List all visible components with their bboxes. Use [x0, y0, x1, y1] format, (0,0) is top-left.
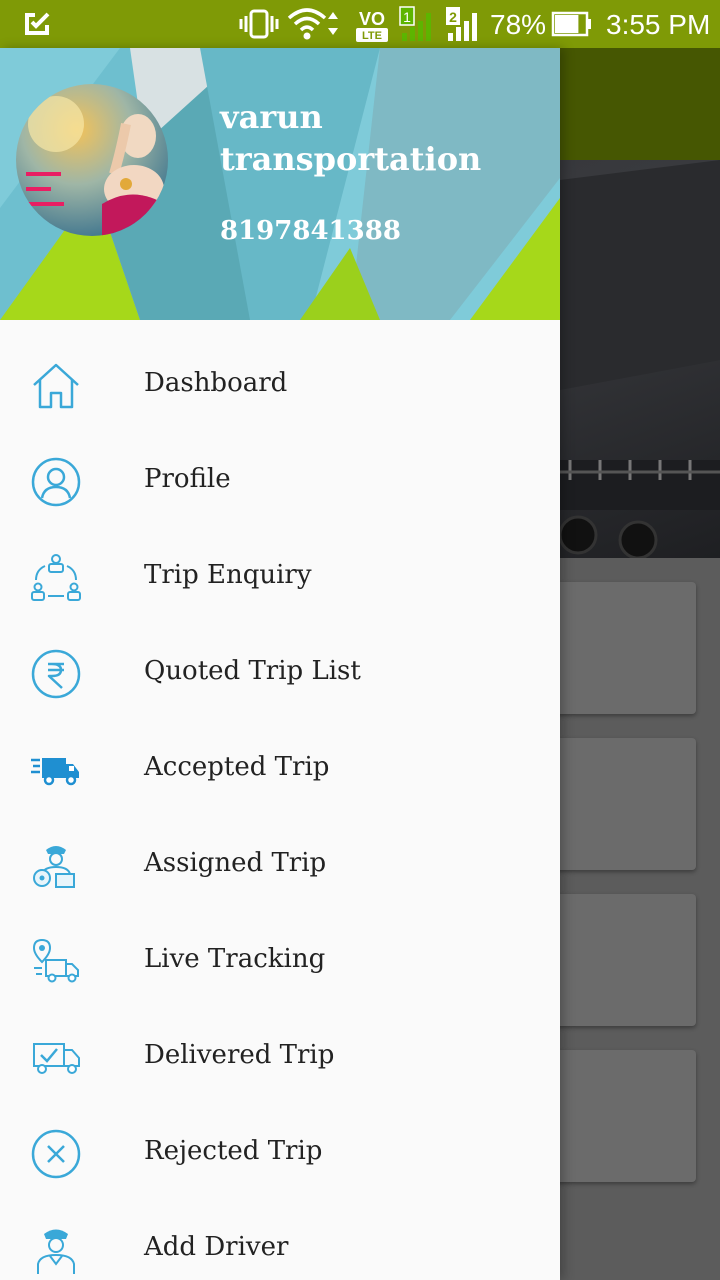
- driver-icon: [30, 840, 82, 892]
- svg-text:2: 2: [449, 9, 457, 25]
- drawer-menu: Dashboard Profile Trip Enquiry Quoted Tr…: [0, 338, 560, 1280]
- add-driver-icon: [30, 1224, 82, 1276]
- status-bar: VO LTE 1 2 78% 3:55 PM: [0, 0, 720, 48]
- signal-sim2-icon: 2: [446, 7, 477, 41]
- menu-item-live-tracking[interactable]: Live Tracking: [0, 914, 560, 1010]
- menu-item-profile[interactable]: Profile: [0, 434, 560, 530]
- menu-item-accepted-trip[interactable]: Accepted Trip: [0, 722, 560, 818]
- app-notification-icon: [25, 12, 50, 35]
- svg-text:1: 1: [403, 9, 411, 25]
- profile-avatar[interactable]: [16, 84, 168, 236]
- user-icon: [30, 456, 82, 508]
- delivered-truck-icon: [30, 1032, 82, 1084]
- fast-truck-icon: [30, 744, 82, 796]
- rupee-icon: [30, 648, 82, 700]
- navigation-drawer: varun transportation 8197841388 Dashboar…: [0, 48, 560, 1280]
- svg-text:LTE: LTE: [362, 30, 382, 42]
- close-circle-icon: [30, 1128, 82, 1180]
- menu-item-delivered-trip[interactable]: Delivered Trip: [0, 1010, 560, 1106]
- menu-label: Accepted Trip: [144, 752, 330, 782]
- menu-label: Assigned Trip: [144, 848, 327, 878]
- volte-icon: VO LTE: [356, 9, 388, 42]
- vibrate-icon: [239, 9, 279, 39]
- menu-label: Live Tracking: [144, 944, 326, 974]
- svg-text:VO: VO: [359, 9, 385, 29]
- trip-enquiry-icon: [30, 552, 82, 604]
- menu-item-dashboard[interactable]: Dashboard: [0, 338, 560, 434]
- user-name: varun transportation: [220, 98, 482, 178]
- signal-sim1-icon: 1: [399, 6, 431, 41]
- menu-label: Trip Enquiry: [144, 560, 312, 590]
- home-icon: [30, 360, 82, 412]
- menu-label: Delivered Trip: [144, 1040, 335, 1070]
- menu-label: Rejected Trip: [144, 1136, 323, 1166]
- user-phone: 8197841388: [220, 216, 401, 246]
- battery-percent: 78%: [490, 9, 547, 40]
- menu-item-trip-enquiry[interactable]: Trip Enquiry: [0, 530, 560, 626]
- menu-label: Add Driver: [144, 1232, 289, 1262]
- menu-item-assigned-trip[interactable]: Assigned Trip: [0, 818, 560, 914]
- menu-item-add-driver[interactable]: Add Driver: [0, 1202, 560, 1280]
- menu-label: Profile: [144, 464, 231, 494]
- menu-item-rejected-trip[interactable]: Rejected Trip: [0, 1106, 560, 1202]
- wifi-icon: [287, 8, 338, 40]
- location-truck-icon: [30, 936, 82, 988]
- drawer-header: varun transportation 8197841388: [0, 48, 560, 320]
- battery-icon: [551, 11, 591, 37]
- clock: 3:55 PM: [606, 9, 711, 40]
- menu-label: Dashboard: [144, 368, 288, 398]
- menu-label: Quoted Trip List: [144, 656, 361, 686]
- menu-item-quoted-trip-list[interactable]: Quoted Trip List: [0, 626, 560, 722]
